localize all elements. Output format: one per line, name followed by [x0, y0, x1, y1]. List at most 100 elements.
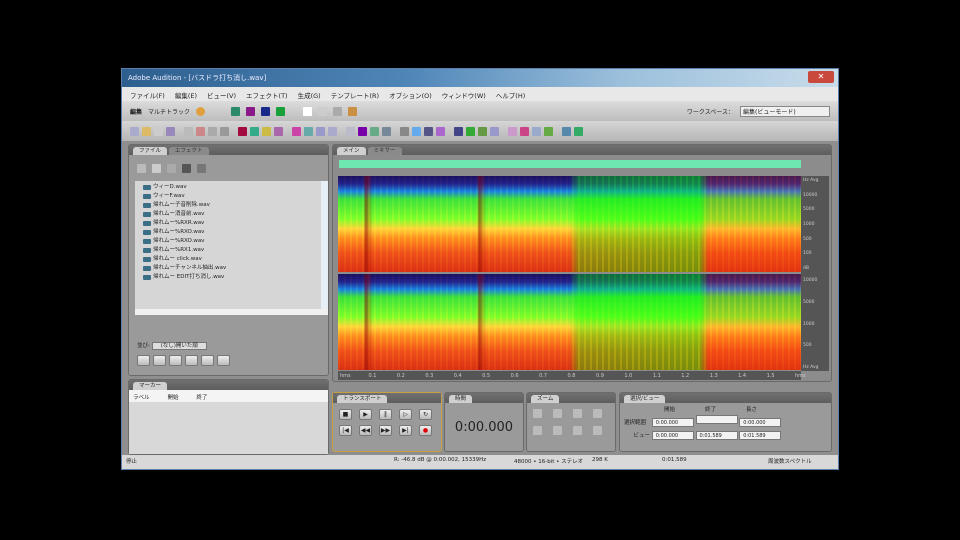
tool-icon-19[interactable] [370, 126, 379, 136]
tab-time[interactable]: 時間 [449, 395, 473, 403]
go-start-button[interactable]: |◀ [339, 425, 352, 436]
view-length-field[interactable]: 0:01.589 [739, 431, 782, 440]
spectrogram-channel-left[interactable] [338, 176, 801, 272]
open-icon[interactable] [152, 163, 161, 173]
col-start[interactable]: 開始 [168, 393, 179, 401]
file-list-item[interactable]: 帰れムー%RXO.wav [135, 237, 321, 246]
loop-button[interactable]: ↻ [419, 409, 432, 420]
zoom-right-icon[interactable] [553, 426, 562, 435]
menu-file[interactable]: ファイル(F) [130, 90, 165, 100]
close-button[interactable]: ✕ [808, 71, 834, 83]
file-list-item[interactable]: 帰れムー click.wav [135, 255, 321, 264]
zoom-left-icon[interactable] [533, 426, 542, 435]
tool-icon-28[interactable] [490, 126, 499, 136]
go-end-button[interactable]: ▶| [399, 425, 412, 436]
tool-icon-2[interactable] [142, 126, 151, 136]
time-ruler[interactable]: hms 0.1 0.2 0.3 0.4 0.5 0.6 0.7 0.8 0.9 1.0 1.1 1.2 1… [338, 371, 806, 380]
tool-icon-20[interactable] [382, 126, 391, 136]
tool-icon-27[interactable] [478, 126, 487, 136]
horizontal-scrollbar[interactable] [135, 309, 328, 315]
stop-button[interactable]: ■ [339, 409, 352, 420]
tool-icon-16[interactable] [328, 126, 337, 136]
file-list-item[interactable]: 帰れムー子音削除.wav [135, 201, 321, 210]
file-list-item[interactable]: ウィーF.wav [135, 192, 321, 201]
frequency-ruler[interactable]: Hz Avg 10000 5000 1000 500 100 dB 10000 5000 1000… [801, 176, 829, 371]
zoom-out-vertical-icon[interactable] [593, 426, 602, 435]
tab-markers[interactable]: マーカー [133, 382, 168, 390]
tool-icon-3[interactable] [154, 126, 163, 136]
tool-icon-7[interactable] [208, 126, 217, 136]
menu-help[interactable]: ヘルプ(H) [496, 90, 525, 100]
file-list-item[interactable]: 帰れムーチャンネル抽出.wav [135, 264, 321, 273]
zoom-selection-icon[interactable] [593, 409, 602, 418]
import-icon[interactable] [137, 163, 146, 173]
tool-icon-10[interactable] [250, 126, 259, 136]
col-label[interactable]: ラベル [133, 393, 150, 401]
marquee-icon[interactable] [318, 106, 328, 116]
file-list-item[interactable]: 帰れムー%RX1.wav [135, 246, 321, 255]
menu-window[interactable]: ウィンドウ(W) [442, 90, 486, 100]
tool-icon-6[interactable] [196, 126, 205, 136]
pause-button[interactable]: ‖ [379, 409, 392, 420]
file-list-item[interactable]: 帰れムー EDIT打ち消し.wav [135, 273, 321, 282]
selection-end-field[interactable] [695, 415, 738, 424]
cd-icon[interactable] [196, 106, 206, 116]
sort-select[interactable]: (なし)開いた順 [151, 342, 207, 350]
view-toggle-4[interactable] [185, 355, 198, 366]
file-list-item[interactable]: 帰れムー%RXO.wav [135, 228, 321, 237]
tool-icon-24[interactable] [436, 126, 445, 136]
workspace-select[interactable]: 編集(ビューモード) [740, 105, 830, 117]
menu-template[interactable]: テンプレート(R) [331, 90, 379, 100]
tool-icon-23[interactable] [424, 126, 433, 136]
edit-file-icon[interactable] [197, 163, 206, 173]
tool-icon-30[interactable] [520, 126, 529, 136]
tool-icon-33[interactable] [562, 126, 571, 136]
file-list-item[interactable]: ウィーD.wav [135, 183, 321, 192]
tool-icon-5[interactable] [184, 126, 193, 136]
view-toggle-6[interactable] [217, 355, 230, 366]
tool-icon-13[interactable] [292, 126, 301, 136]
tool-icon-1[interactable] [130, 126, 139, 136]
lasso-icon[interactable] [333, 106, 343, 116]
phase-icon[interactable] [276, 106, 286, 116]
play-button[interactable]: ▶ [359, 409, 372, 420]
spectrogram-channel-right[interactable] [338, 274, 801, 370]
selection-length-field[interactable]: 0:00.000 [739, 418, 782, 427]
tool-icon-18[interactable] [358, 126, 367, 136]
view-end-field[interactable]: 0:01.589 [695, 431, 738, 440]
tool-icon-25[interactable] [454, 126, 463, 136]
insert-icon[interactable] [167, 163, 176, 173]
tool-icon-32[interactable] [544, 126, 553, 136]
menu-edit[interactable]: 編集(E) [175, 90, 197, 100]
tool-icon-29[interactable] [508, 126, 517, 136]
zoom-in-horizontal-icon[interactable] [533, 409, 542, 418]
tool-icon-14[interactable] [304, 126, 313, 136]
view-toggle-3[interactable] [169, 355, 182, 366]
file-list-item[interactable]: 帰れムー消音前.wav [135, 210, 321, 219]
tool-icon-17[interactable] [346, 126, 355, 136]
selection-begin-field[interactable]: 0:00.000 [651, 418, 694, 427]
view-toggle-2[interactable] [153, 355, 166, 366]
tool-icon-8[interactable] [220, 126, 229, 136]
rewind-button[interactable]: ◀◀ [359, 425, 372, 436]
tab-selection-view[interactable]: 選択/ビュー [624, 395, 666, 403]
multitrack-view-button[interactable]: マルチトラック [148, 107, 190, 116]
tool-icon-11[interactable] [262, 126, 271, 136]
overview-bar[interactable] [339, 160, 801, 168]
tool-icon-15[interactable] [316, 126, 325, 136]
tool-icon-31[interactable] [532, 126, 541, 136]
tool-icon-12[interactable] [274, 126, 283, 136]
close-file-icon[interactable] [182, 163, 191, 173]
view-toggle-1[interactable] [137, 355, 150, 366]
brush-icon[interactable] [348, 106, 358, 116]
zoom-in-vertical-icon[interactable] [573, 426, 582, 435]
menu-effects[interactable]: エフェクト(T) [246, 90, 288, 100]
record-button[interactable]: ● [419, 425, 432, 436]
edit-view-button[interactable]: 編集 [130, 107, 142, 116]
tool-icon-21[interactable] [400, 126, 409, 136]
menu-generate[interactable]: 生成(G) [298, 90, 321, 100]
zoom-full-icon[interactable] [573, 409, 582, 418]
tool-icon-22[interactable] [412, 126, 421, 136]
waveform-icon[interactable] [231, 106, 241, 116]
menu-options[interactable]: オプション(O) [389, 90, 432, 100]
